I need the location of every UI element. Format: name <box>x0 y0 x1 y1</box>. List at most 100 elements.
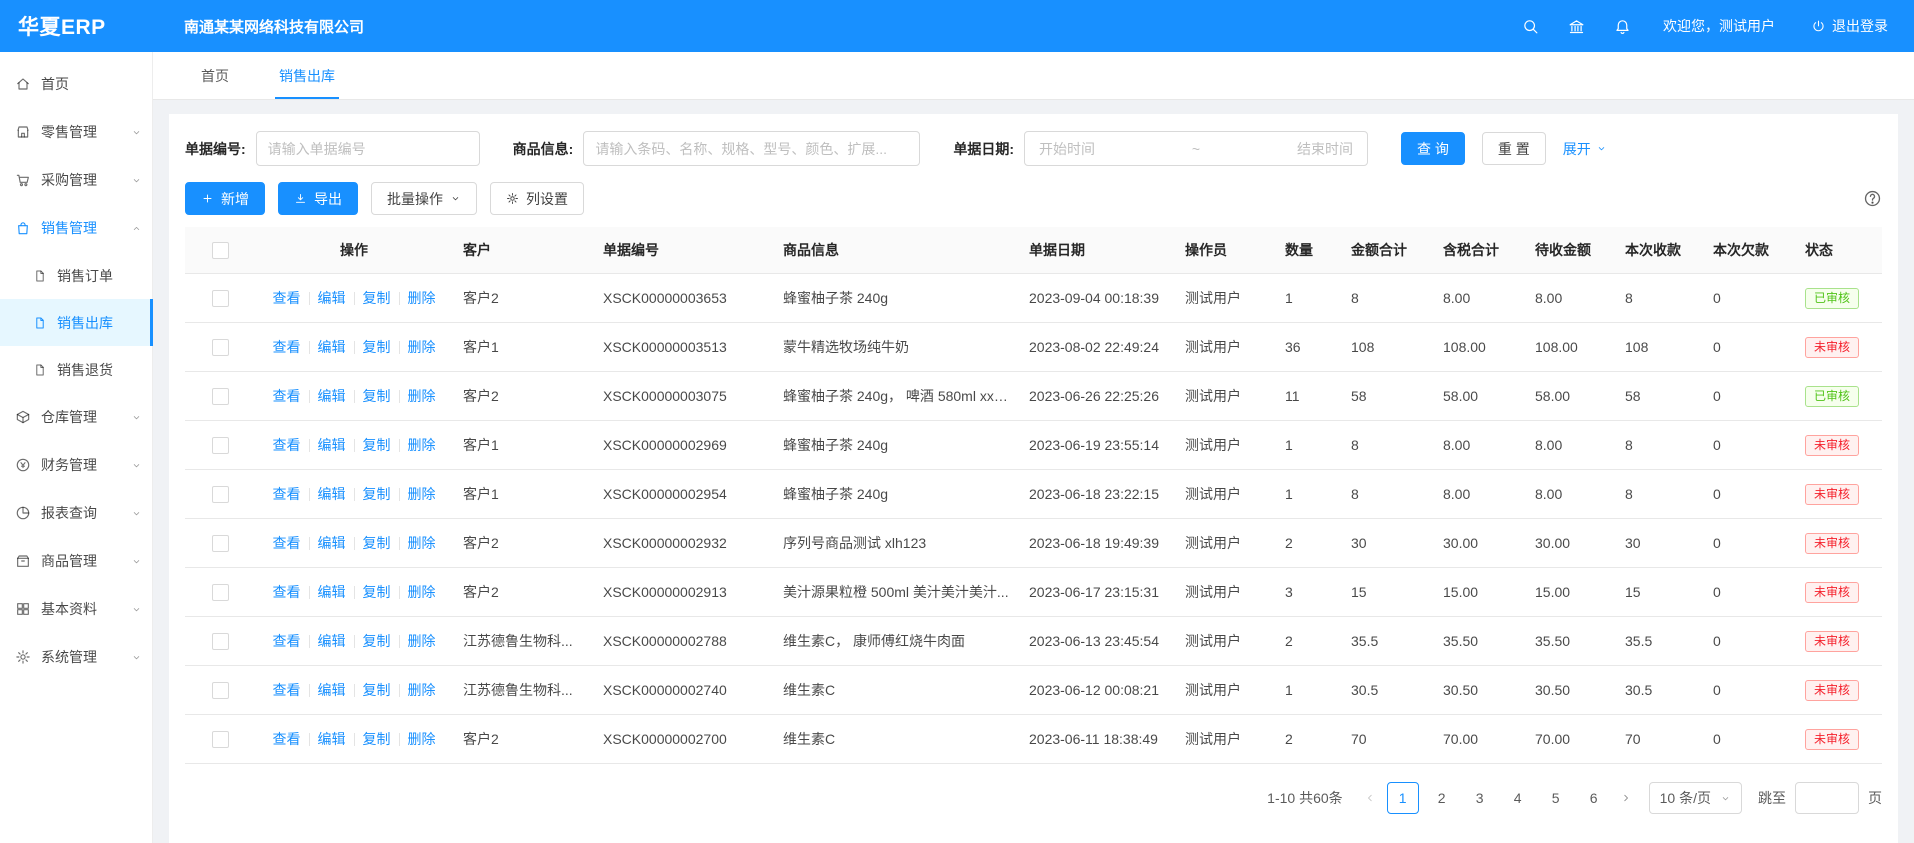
reset-button[interactable]: 重 置 <box>1482 132 1546 165</box>
next-page-icon[interactable] <box>1620 792 1632 804</box>
row-action-copy[interactable]: 复制 <box>363 339 391 355</box>
sidebar-item-retail[interactable]: 零售管理 <box>0 108 152 156</box>
row-action-edit[interactable]: 编辑 <box>318 535 346 551</box>
row-action-edit[interactable]: 编辑 <box>318 682 346 698</box>
tab-home[interactable]: 首页 <box>197 52 233 99</box>
add-button[interactable]: 新增 <box>185 182 265 215</box>
jump-page-input[interactable] <box>1795 782 1859 814</box>
row-action-delete[interactable]: 删除 <box>408 633 436 649</box>
row-checkbox[interactable] <box>212 535 229 552</box>
prev-page-icon[interactable] <box>1364 792 1376 804</box>
cell-status: 未审核 <box>1795 470 1882 519</box>
row-action-edit[interactable]: 编辑 <box>318 339 346 355</box>
row-action-delete[interactable]: 删除 <box>408 339 436 355</box>
row-action-edit[interactable]: 编辑 <box>318 731 346 747</box>
row-action-copy[interactable]: 复制 <box>363 682 391 698</box>
add-button-label: 新增 <box>221 189 249 209</box>
cell-bill-no: XSCK00000003075 <box>593 372 773 421</box>
row-action-view[interactable]: 查看 <box>273 682 301 698</box>
row-action-copy[interactable]: 复制 <box>363 535 391 551</box>
cell-material: 蜂蜜柚子茶 240g， 啤酒 580ml xxsxx <box>773 372 1019 421</box>
sidebar-item-basic[interactable]: 基本资料 <box>0 585 152 633</box>
sidebar-item-sales-order[interactable]: 销售订单 <box>0 252 152 299</box>
row-action-delete[interactable]: 删除 <box>408 486 436 502</box>
sidebar-item-sales[interactable]: 销售管理 <box>0 204 152 252</box>
page-5[interactable]: 5 <box>1541 783 1571 813</box>
row-checkbox[interactable] <box>212 437 229 454</box>
row-checkbox[interactable] <box>212 388 229 405</box>
row-action-edit[interactable]: 编辑 <box>318 633 346 649</box>
chevron-down-icon <box>131 556 142 567</box>
bell-icon[interactable] <box>1614 18 1631 35</box>
row-action-delete[interactable]: 删除 <box>408 584 436 600</box>
sidebar-item-sales-return[interactable]: 销售退货 <box>0 346 152 393</box>
row-action-delete[interactable]: 删除 <box>408 535 436 551</box>
row-action-edit[interactable]: 编辑 <box>318 290 346 306</box>
row-action-edit[interactable]: 编辑 <box>318 584 346 600</box>
row-action-delete[interactable]: 删除 <box>408 388 436 404</box>
page-2[interactable]: 2 <box>1427 783 1457 813</box>
row-action-view[interactable]: 查看 <box>273 339 301 355</box>
row-action-copy[interactable]: 复制 <box>363 584 391 600</box>
column-settings-button[interactable]: 列设置 <box>490 182 584 215</box>
row-action-copy[interactable]: 复制 <box>363 290 391 306</box>
logout-button[interactable]: 退出登录 <box>1811 16 1888 36</box>
row-checkbox[interactable] <box>212 339 229 356</box>
logout-icon <box>1811 19 1826 34</box>
sidebar-item-system[interactable]: 系统管理 <box>0 633 152 681</box>
question-circle-icon[interactable] <box>1863 189 1882 208</box>
search-icon[interactable] <box>1522 18 1539 35</box>
row-checkbox[interactable] <box>212 731 229 748</box>
page-1[interactable]: 1 <box>1387 782 1419 814</box>
row-action-delete[interactable]: 删除 <box>408 682 436 698</box>
row-action-delete[interactable]: 删除 <box>408 437 436 453</box>
cell-operator: 测试用户 <box>1175 274 1275 323</box>
row-action-edit[interactable]: 编辑 <box>318 437 346 453</box>
page-6[interactable]: 6 <box>1579 783 1609 813</box>
gear-icon <box>506 192 519 205</box>
sidebar-item-purchase[interactable]: 采购管理 <box>0 156 152 204</box>
expand-link[interactable]: 展开 <box>1563 139 1607 159</box>
row-action-copy[interactable]: 复制 <box>363 437 391 453</box>
bank-icon[interactable] <box>1568 18 1585 35</box>
row-action-view[interactable]: 查看 <box>273 290 301 306</box>
row-checkbox[interactable] <box>212 290 229 307</box>
row-action-copy[interactable]: 复制 <box>363 633 391 649</box>
tab-sales-out[interactable]: 销售出库 <box>275 52 339 99</box>
row-action-copy[interactable]: 复制 <box>363 388 391 404</box>
row-action-view[interactable]: 查看 <box>273 731 301 747</box>
sidebar-item-warehouse[interactable]: 仓库管理 <box>0 393 152 441</box>
row-action-edit[interactable]: 编辑 <box>318 486 346 502</box>
search-button[interactable]: 查 询 <box>1401 132 1465 165</box>
row-action-view[interactable]: 查看 <box>273 535 301 551</box>
page-size-select[interactable]: 10 条/页 <box>1649 782 1742 814</box>
app-logo[interactable]: 华夏ERP <box>0 11 170 41</box>
export-button[interactable]: 导出 <box>278 182 358 215</box>
select-all-checkbox[interactable] <box>212 242 229 259</box>
sidebar-item-finance[interactable]: 财务管理 <box>0 441 152 489</box>
row-action-delete[interactable]: 删除 <box>408 290 436 306</box>
row-action-copy[interactable]: 复制 <box>363 486 391 502</box>
row-action-view[interactable]: 查看 <box>273 486 301 502</box>
row-action-view[interactable]: 查看 <box>273 584 301 600</box>
row-checkbox[interactable] <box>212 584 229 601</box>
row-action-edit[interactable]: 编辑 <box>318 388 346 404</box>
row-action-delete[interactable]: 删除 <box>408 731 436 747</box>
sidebar-item-report[interactable]: 报表查询 <box>0 489 152 537</box>
row-action-copy[interactable]: 复制 <box>363 731 391 747</box>
sidebar-item-home[interactable]: 首页 <box>0 60 152 108</box>
batch-operation-button[interactable]: 批量操作 <box>371 182 477 215</box>
row-checkbox[interactable] <box>212 682 229 699</box>
sidebar-item-goods[interactable]: 商品管理 <box>0 537 152 585</box>
page-3[interactable]: 3 <box>1465 783 1495 813</box>
row-action-view[interactable]: 查看 <box>273 388 301 404</box>
bill-no-input[interactable] <box>256 131 480 166</box>
row-checkbox[interactable] <box>212 486 229 503</box>
sidebar-item-sales-out[interactable]: 销售出库 <box>0 299 152 346</box>
page-4[interactable]: 4 <box>1503 783 1533 813</box>
row-action-view[interactable]: 查看 <box>273 633 301 649</box>
row-checkbox[interactable] <box>212 633 229 650</box>
row-action-view[interactable]: 查看 <box>273 437 301 453</box>
date-range-input[interactable]: 开始时间 ~ 结束时间 <box>1024 131 1368 166</box>
material-input[interactable] <box>583 131 920 166</box>
